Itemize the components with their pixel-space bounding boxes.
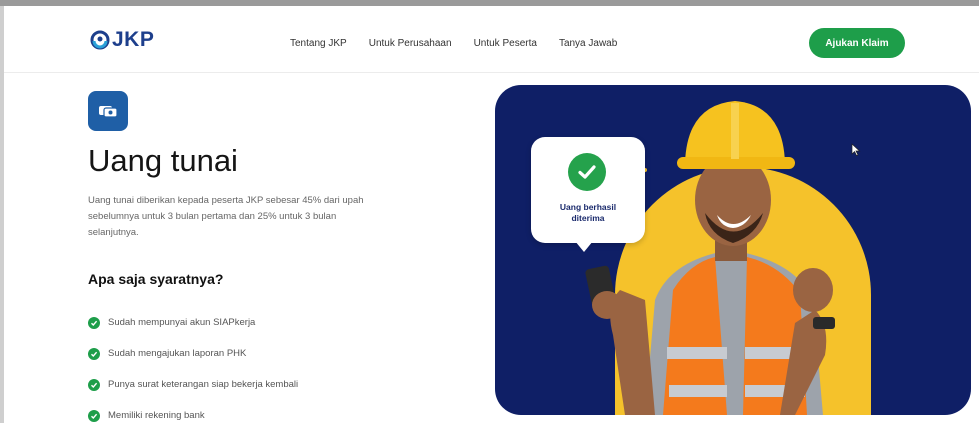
nav-untuk-peserta[interactable]: Untuk Peserta <box>474 38 537 49</box>
jkp-logo[interactable]: JKP <box>90 28 154 52</box>
cash-feature-icon <box>88 91 128 131</box>
requirement-label: Sudah mengajukan laporan PHK <box>108 348 247 359</box>
nav-tentang-jkp[interactable]: Tentang JKP <box>290 38 347 49</box>
success-check-icon <box>568 153 606 191</box>
check-circle-icon <box>88 409 100 422</box>
main-nav: Tentang JKP Untuk Perusahaan Untuk Peser… <box>290 38 617 49</box>
logo-text: JKP <box>112 28 155 51</box>
description-text: Uang tunai diberikan kepada peserta JKP … <box>88 195 364 238</box>
list-item: Sudah mengajukan laporan PHK <box>88 338 298 369</box>
requirement-label: Memiliki rekening bank <box>108 410 205 421</box>
check-circle-icon <box>88 347 100 360</box>
requirement-label: Punya surat keterangan siap bekerja kemb… <box>108 379 299 390</box>
list-item: Sudah mempunyai akun SIAPkerja <box>88 307 298 338</box>
page-title: Uang tunai <box>88 143 238 178</box>
money-icon <box>99 106 118 118</box>
mouse-cursor-icon <box>851 143 861 157</box>
list-item: Memiliki rekening bank <box>88 400 298 431</box>
notification-bubble: Uang berhasil diterima <box>531 137 645 243</box>
requirements-list: Sudah mempunyai akun SIAPkerja Sudah men… <box>88 307 298 431</box>
jkp-logo-icon <box>90 30 110 50</box>
requirements-heading: Apa saja syaratnya? <box>88 271 224 287</box>
bubble-tail <box>575 241 593 252</box>
ajukan-klaim-button[interactable]: Ajukan Klaim <box>809 28 905 58</box>
site-header: JKP Tentang JKP Untuk Perusahaan Untuk P… <box>4 6 979 73</box>
list-item: Punya surat keterangan siap bekerja kemb… <box>88 369 298 400</box>
worker-illustration <box>551 101 871 415</box>
check-circle-icon <box>88 378 100 391</box>
bubble-line-2: diterima <box>571 213 605 223</box>
check-circle-icon <box>88 316 100 329</box>
bubble-line-1: Uang berhasil <box>559 202 617 212</box>
bubble-message: Uang berhasil diterima <box>531 202 645 224</box>
requirement-label: Sudah mempunyai akun SIAPkerja <box>108 317 256 328</box>
nav-tanya-jawab[interactable]: Tanya Jawab <box>559 38 617 49</box>
hero-image <box>495 85 971 415</box>
nav-untuk-perusahaan[interactable]: Untuk Perusahaan <box>369 38 452 49</box>
